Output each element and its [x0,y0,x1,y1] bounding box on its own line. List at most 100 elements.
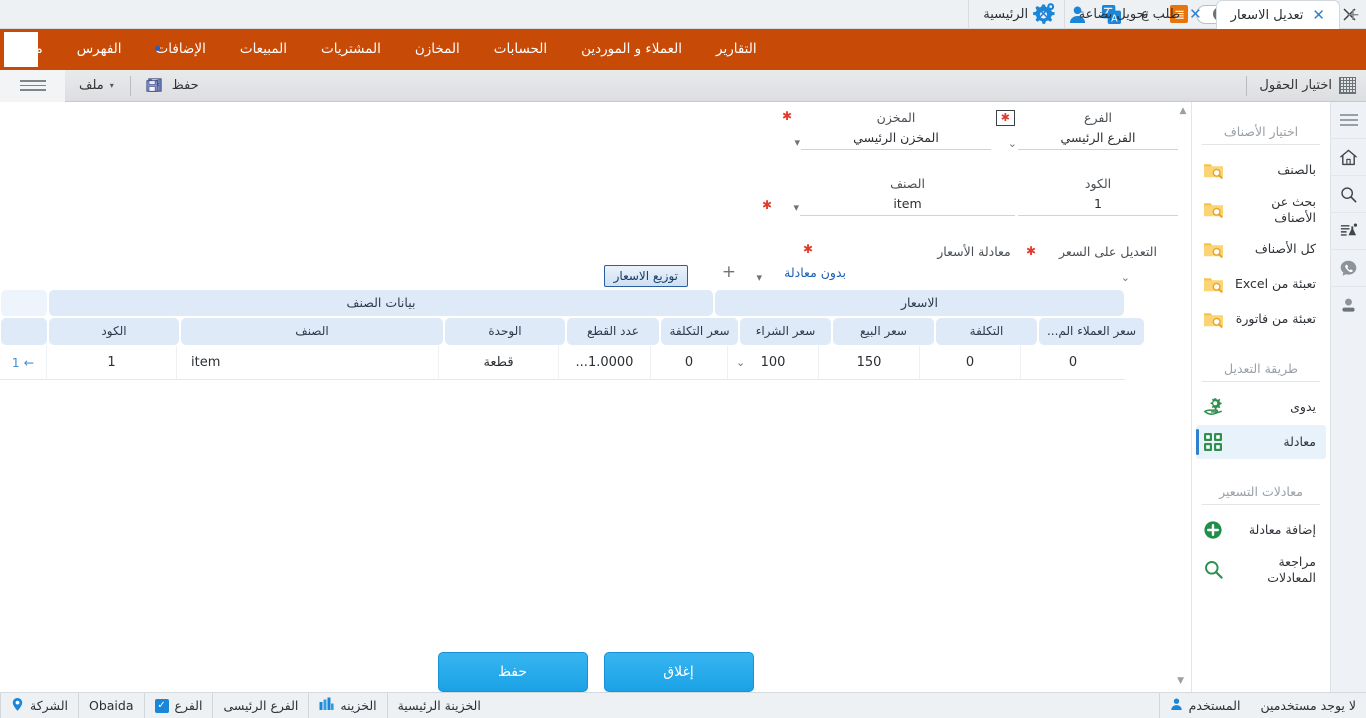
hamburger-icon[interactable] [0,70,65,102]
cell-sale-price[interactable]: 150 [818,346,919,380]
close-button[interactable]: إغلاق [604,652,754,692]
column-header-purchase-price[interactable]: سعر الشراء [740,318,831,345]
check-icon: ✓ [155,699,169,713]
sidebar-item-label: بحث عن الأصناف [1232,194,1316,225]
price-adjust-dropdown-icon[interactable]: ⌄ [1121,270,1130,285]
grid-icon [1339,77,1356,94]
sidebar-item-fill-from-excel[interactable]: تعبئة من Excel [1196,267,1326,301]
tab-transfer-request[interactable]: طلب تحويل بضاعة ✕ [1064,0,1216,29]
warehouse-value[interactable]: المخزن الرئيسي [801,125,991,150]
column-header-sale-price[interactable]: سعر البيع [833,318,934,345]
table-row[interactable]: ← 1 1 item قطعة 1.0000... 0 100 ⌄ 150 0 … [0,346,1191,380]
item-value[interactable]: item [800,191,1015,216]
item-field: الصنف item [800,176,1015,216]
branch-dropdown-icon[interactable]: ⌄ [1008,136,1017,151]
menubar-items: ملف الفهرس الإضافات المبيعات المشتريات ا… [0,29,790,70]
save-button[interactable]: حفظ [438,652,588,692]
report-icon[interactable] [1331,213,1366,250]
column-header-item[interactable]: الصنف [181,318,443,345]
item-dropdown-icon[interactable]: ▾ [793,200,799,215]
code-value[interactable]: 1 [1018,191,1178,216]
tab-close-icon[interactable]: ✕ [1037,7,1050,22]
required-asterisk: ✱ [996,110,1015,126]
sidebar-item-manual[interactable]: يدوى [1196,390,1326,424]
tab-close-icon[interactable]: ✕ [1189,7,1202,22]
price-adjust-field: التعديل على السعر [1038,244,1178,259]
cell-code[interactable]: 1 [46,346,176,380]
cell-pieces[interactable]: 1.0000... [558,346,650,380]
code-field: الكود 1 [1018,176,1178,216]
scroll-up-arrow-icon[interactable]: ▲ [1177,106,1189,118]
required-asterisk: ✱ [782,109,792,123]
new-tab-button[interactable]: + [1340,0,1366,29]
sidebar-item-equation[interactable]: معادلة [1196,425,1326,459]
sidebar-item-search-items[interactable]: بحث عن الأصناف [1196,188,1326,231]
tab-price-edit[interactable]: تعديل الاسعار ✕ [1216,0,1340,29]
column-header-customers-price[interactable]: سعر العملاء الم... [1039,318,1144,345]
sidebar-item-fill-from-invoice[interactable]: تعبئة من فاتورة [1196,302,1326,336]
toolbar-file-label: ملف [79,78,104,93]
cell-purchase-price[interactable]: 100 ⌄ [727,346,818,380]
column-header-pieces[interactable]: عدد القطع [567,318,659,345]
sidebar-item-label: يدوى [1232,399,1316,415]
column-header-cost[interactable]: التكلفة [936,318,1037,345]
add-equation-plus-button[interactable]: + [722,264,736,281]
rail-hamburger-icon[interactable] [1331,102,1366,139]
sidebar-group-title-method: طريقة التعديل [1192,361,1330,376]
select-fields-button[interactable]: اختيار الحقول [1249,70,1366,102]
search-rail-icon[interactable] [1331,176,1366,213]
cell-unit[interactable]: قطعة [438,346,558,380]
menu-item-customers-suppliers[interactable]: العملاء و الموردين [564,29,699,70]
sidebar-item-review-equations[interactable]: مراجعة المعادلات [1196,548,1326,591]
folder-search-icon [1202,308,1224,330]
menu-item-accounts[interactable]: الحسابات [477,29,564,70]
menu-item-addons[interactable]: الإضافات [139,29,223,70]
table-group-header-row: بيانات الصنف الاسعار [0,288,1191,317]
price-equation-field: معادلة الأسعار [925,244,1023,259]
menu-item-reports[interactable]: التقارير [699,29,774,70]
group-header-blank [1,290,47,316]
status-branch-value: الفرع الرئيسى [212,693,308,718]
sidebar-group-title-equations: معادلات التسعير [1192,484,1330,499]
price-equation-value-text: بدون معادلة [784,265,846,280]
column-header-cost-price[interactable]: سعر التكلفة [661,318,738,345]
phone-chat-icon[interactable] [1331,250,1366,287]
warehouse-dropdown-icon[interactable]: ▾ [794,135,800,150]
price-equation-value[interactable]: بدون معادلة [784,265,846,281]
sidebar-item-all-items[interactable]: كل الأصناف [1196,232,1326,266]
tab-close-icon[interactable]: ✕ [1312,8,1325,23]
status-company: الشركة [0,693,78,718]
distribute-prices-button[interactable]: توزيع الاسعار [604,265,688,287]
tab-home[interactable]: الرئيسية ✕ [968,0,1063,29]
sidebar-item-by-item[interactable]: بالصنف [1196,153,1326,187]
tab-label: تعديل الاسعار [1231,8,1304,23]
person-icon[interactable] [1331,287,1366,324]
save-toolbar-label: حفظ [172,78,199,93]
menu-item-warehouses[interactable]: المخازن [398,29,477,70]
branch-value[interactable]: الفرع الرئيسي [1018,125,1178,150]
hand-gear-icon [1202,396,1224,418]
warehouse-label: المخزن [801,110,991,125]
toolbar-file-menu[interactable]: ملف ▾ [65,70,128,102]
menu-item-index[interactable]: الفهرس [60,29,139,70]
sidebar-divider [1202,144,1320,145]
home-icon[interactable] [1331,139,1366,176]
scroll-down-arrow-icon[interactable]: ▼ [1177,676,1184,686]
save-toolbar-button[interactable]: حفظ [133,70,211,102]
sidebar-item-add-equation[interactable]: إضافة معادلة [1196,513,1326,547]
cell-cost[interactable]: 0 [919,346,1020,380]
menu-item-sales[interactable]: المبيعات [223,29,304,70]
cell-customers-price[interactable]: 0 [1020,346,1125,380]
chevron-down-icon: ▾ [793,201,799,214]
price-equation-required-marker: ✱ [1026,244,1036,259]
cell-cost-price[interactable]: 0 [650,346,727,380]
price-equation-dropdown-icon[interactable]: ▾ [756,270,762,285]
sidebar-item-label: تعبئة من Excel [1232,276,1316,292]
main-content: ▲ الفرع الفرع الرئيسي ✱ ⌄ المخزن المخزن … [0,102,1191,692]
column-header-unit[interactable]: الوحدة [445,318,565,345]
cell-item[interactable]: item [176,346,438,380]
column-header-code[interactable]: الكود [49,318,179,345]
group-header-prices: الاسعار [715,290,1124,316]
menu-item-purchases[interactable]: المشتريات [304,29,398,70]
chevron-down-icon[interactable]: ⌄ [736,346,745,380]
